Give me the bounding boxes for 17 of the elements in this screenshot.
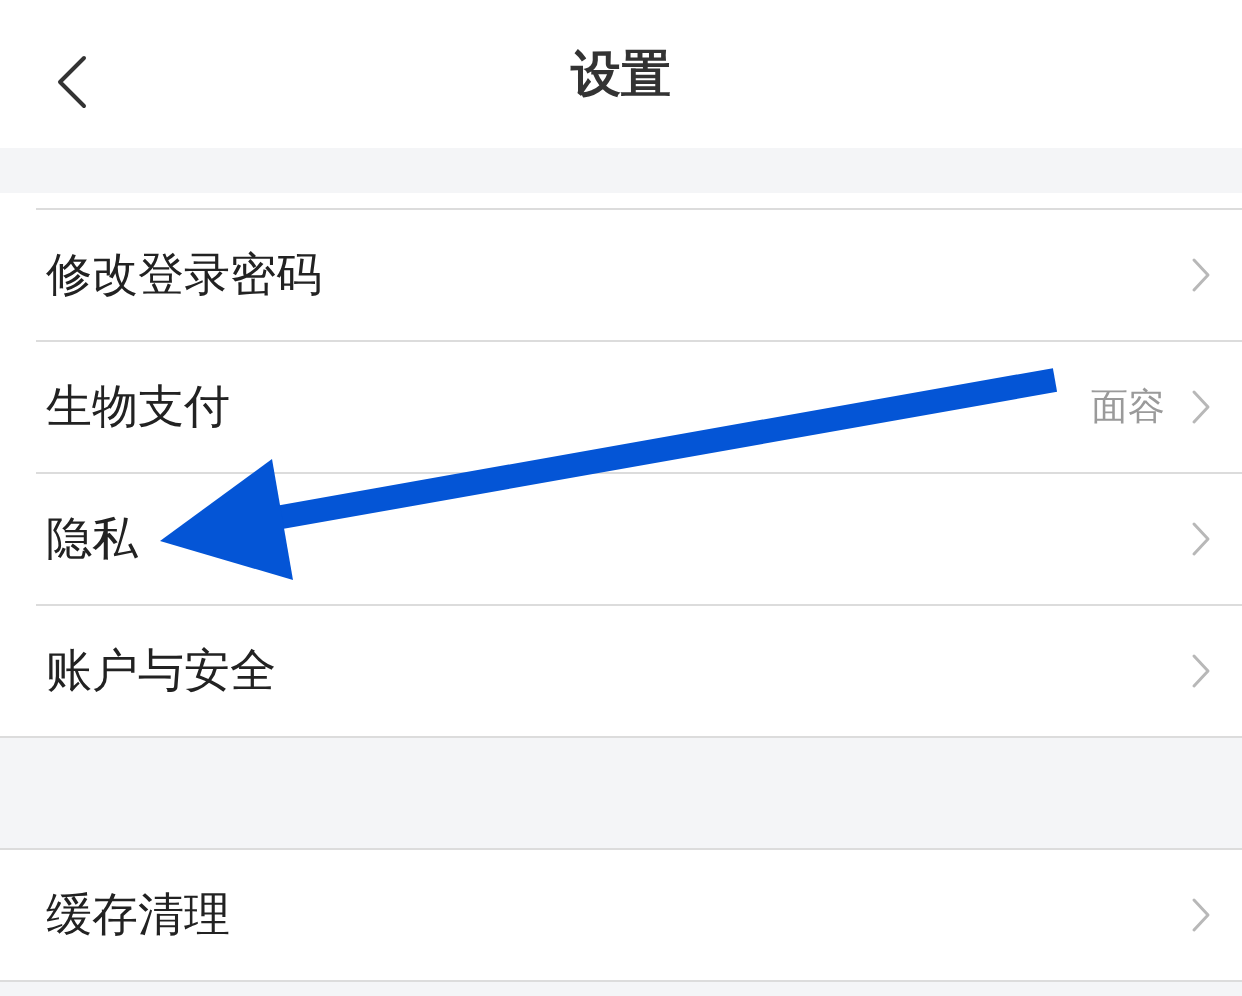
- settings-row[interactable]: 账户与安全: [36, 604, 1242, 736]
- row-label: 生物支付: [46, 378, 231, 435]
- settings-row[interactable]: 生物支付 面容: [36, 340, 1242, 472]
- row-label: 账户与安全: [46, 642, 277, 699]
- row-label: 隐私: [46, 510, 139, 567]
- chevron-right-icon: [1191, 257, 1211, 293]
- chevron-right-icon: [1191, 521, 1211, 557]
- row-label: 缓存清理: [46, 886, 231, 943]
- chevron-right-icon: [1191, 389, 1211, 425]
- settings-row[interactable]: 缓存清理: [36, 850, 1242, 980]
- chevron-right-icon: [1191, 897, 1211, 933]
- row-label: 修改登录密码: [46, 246, 323, 303]
- page-title: 设置: [571, 43, 671, 105]
- chevron-right-icon: [1191, 653, 1211, 689]
- back-icon: [57, 55, 87, 109]
- row-value: 面容: [1091, 384, 1165, 430]
- settings-row[interactable]: 修改登录密码: [36, 208, 1242, 340]
